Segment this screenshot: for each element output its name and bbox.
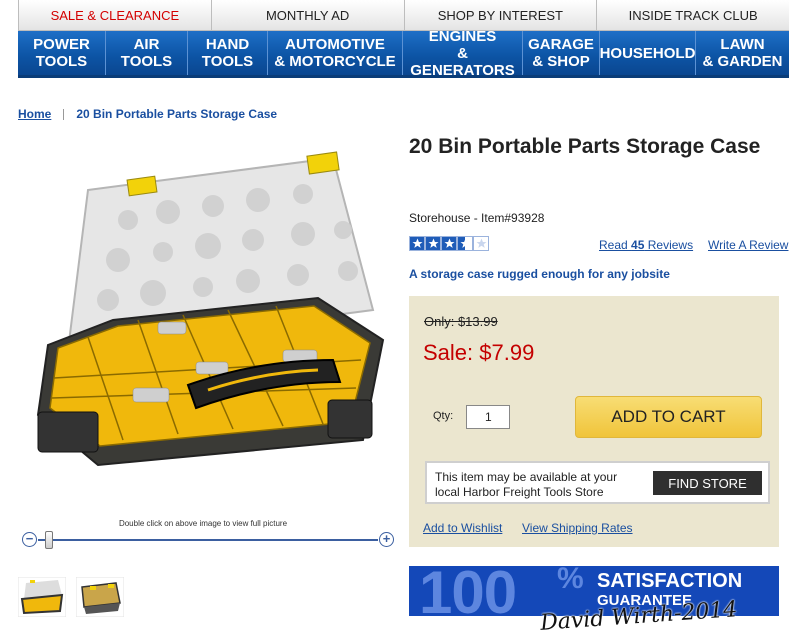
nav-label: POWER TOOLS bbox=[33, 36, 90, 70]
nav-automotive-motorcycle[interactable]: AUTOMOTIVE & MOTORCYCLE bbox=[268, 31, 403, 75]
nav-label: GARAGE & SHOP bbox=[528, 36, 594, 70]
zoom-track[interactable] bbox=[38, 539, 378, 541]
qty-label: Qty: bbox=[433, 410, 454, 422]
star-rating bbox=[409, 236, 489, 251]
main-nav: POWER TOOLS AIR TOOLS HAND TOOLS AUTOMOT… bbox=[18, 28, 789, 79]
add-to-cart-button[interactable]: ADD TO CART bbox=[575, 396, 762, 438]
read-reviews-link[interactable]: Read 45 Reviews bbox=[599, 238, 693, 252]
zoom-out-icon[interactable]: − bbox=[22, 532, 37, 547]
product-tagline: A storage case rugged enough for any job… bbox=[409, 267, 670, 281]
quantity-input[interactable]: 1 bbox=[466, 405, 510, 429]
guarantee-percent: % bbox=[557, 566, 584, 595]
guarantee-line1: SATISFACTION bbox=[597, 570, 743, 592]
nav-lawn-garden[interactable]: LAWN & GARDEN bbox=[696, 31, 789, 75]
breadcrumb-current: 20 Bin Portable Parts Storage Case bbox=[76, 107, 278, 121]
breadcrumb-home-link[interactable]: Home bbox=[18, 107, 51, 121]
regular-price: Only: $13.99 bbox=[424, 314, 498, 329]
reviews-prefix: Read bbox=[599, 238, 632, 252]
breadcrumb-separator bbox=[63, 108, 65, 120]
star-icon bbox=[441, 236, 457, 251]
thumbnail-case-open[interactable] bbox=[18, 577, 66, 617]
store-availability: This item may be available at your local… bbox=[425, 461, 770, 504]
price-box: Only: $13.99 Sale: $7.99 Qty: 1 ADD TO C… bbox=[409, 296, 779, 547]
brand-item-number: Storehouse - Item#93928 bbox=[409, 211, 545, 225]
tab-inside-track-club[interactable]: INSIDE TRACK CLUB bbox=[596, 0, 789, 31]
zoom-slider[interactable]: − + bbox=[22, 530, 394, 549]
tab-sale-clearance[interactable]: SALE & CLEARANCE bbox=[18, 0, 212, 31]
nav-label: LAWN & GARDEN bbox=[702, 36, 783, 70]
nav-air-tools[interactable]: AIR TOOLS bbox=[106, 31, 188, 75]
reviews-count: 45 bbox=[631, 238, 645, 252]
nav-label: HAND TOOLS bbox=[201, 36, 254, 70]
tab-monthly-ad[interactable]: MONTHLY AD bbox=[210, 0, 405, 31]
breadcrumb: Home 20 Bin Portable Parts Storage Case bbox=[18, 107, 277, 121]
nav-label: ENGINES & GENERATORS bbox=[410, 27, 515, 79]
thumbnail-case-closed[interactable] bbox=[76, 577, 124, 617]
nav-label: HOUSEHOLD bbox=[599, 44, 696, 62]
nav-power-tools[interactable]: POWER TOOLS bbox=[18, 31, 106, 75]
product-image[interactable] bbox=[18, 150, 388, 510]
find-store-button[interactable]: FIND STORE bbox=[653, 471, 762, 495]
image-caption: Double click on above image to view full… bbox=[118, 519, 288, 528]
guarantee-number: 100 bbox=[419, 566, 517, 616]
top-tabs: SALE & CLEARANCE MONTHLY AD SHOP BY INTE… bbox=[18, 0, 789, 31]
zoom-in-icon[interactable]: + bbox=[379, 532, 394, 547]
nav-label: AIR TOOLS bbox=[120, 36, 173, 70]
nav-household[interactable]: HOUSEHOLD bbox=[600, 31, 696, 75]
store-availability-text: This item may be available at your local… bbox=[435, 470, 618, 499]
zoom-handle[interactable] bbox=[45, 531, 53, 549]
write-review-link[interactable]: Write A Review bbox=[708, 238, 788, 252]
star-icon bbox=[457, 236, 473, 251]
star-icon bbox=[425, 236, 441, 251]
tab-shop-by-interest[interactable]: SHOP BY INTEREST bbox=[403, 0, 598, 31]
product-title: 20 Bin Portable Parts Storage Case bbox=[409, 135, 761, 158]
star-icon bbox=[473, 236, 489, 251]
nav-label: AUTOMOTIVE & MOTORCYCLE bbox=[274, 36, 396, 70]
nav-garage-shop[interactable]: GARAGE & SHOP bbox=[523, 31, 600, 75]
nav-hand-tools[interactable]: HAND TOOLS bbox=[188, 31, 268, 75]
nav-engines-generators[interactable]: ENGINES & GENERATORS bbox=[403, 28, 523, 79]
reviews-suffix: Reviews bbox=[644, 238, 694, 252]
add-to-wishlist-link[interactable]: Add to Wishlist bbox=[423, 521, 502, 535]
star-icon bbox=[409, 236, 425, 251]
view-shipping-rates-link[interactable]: View Shipping Rates bbox=[522, 521, 633, 535]
sale-price: Sale: $7.99 bbox=[423, 340, 535, 365]
